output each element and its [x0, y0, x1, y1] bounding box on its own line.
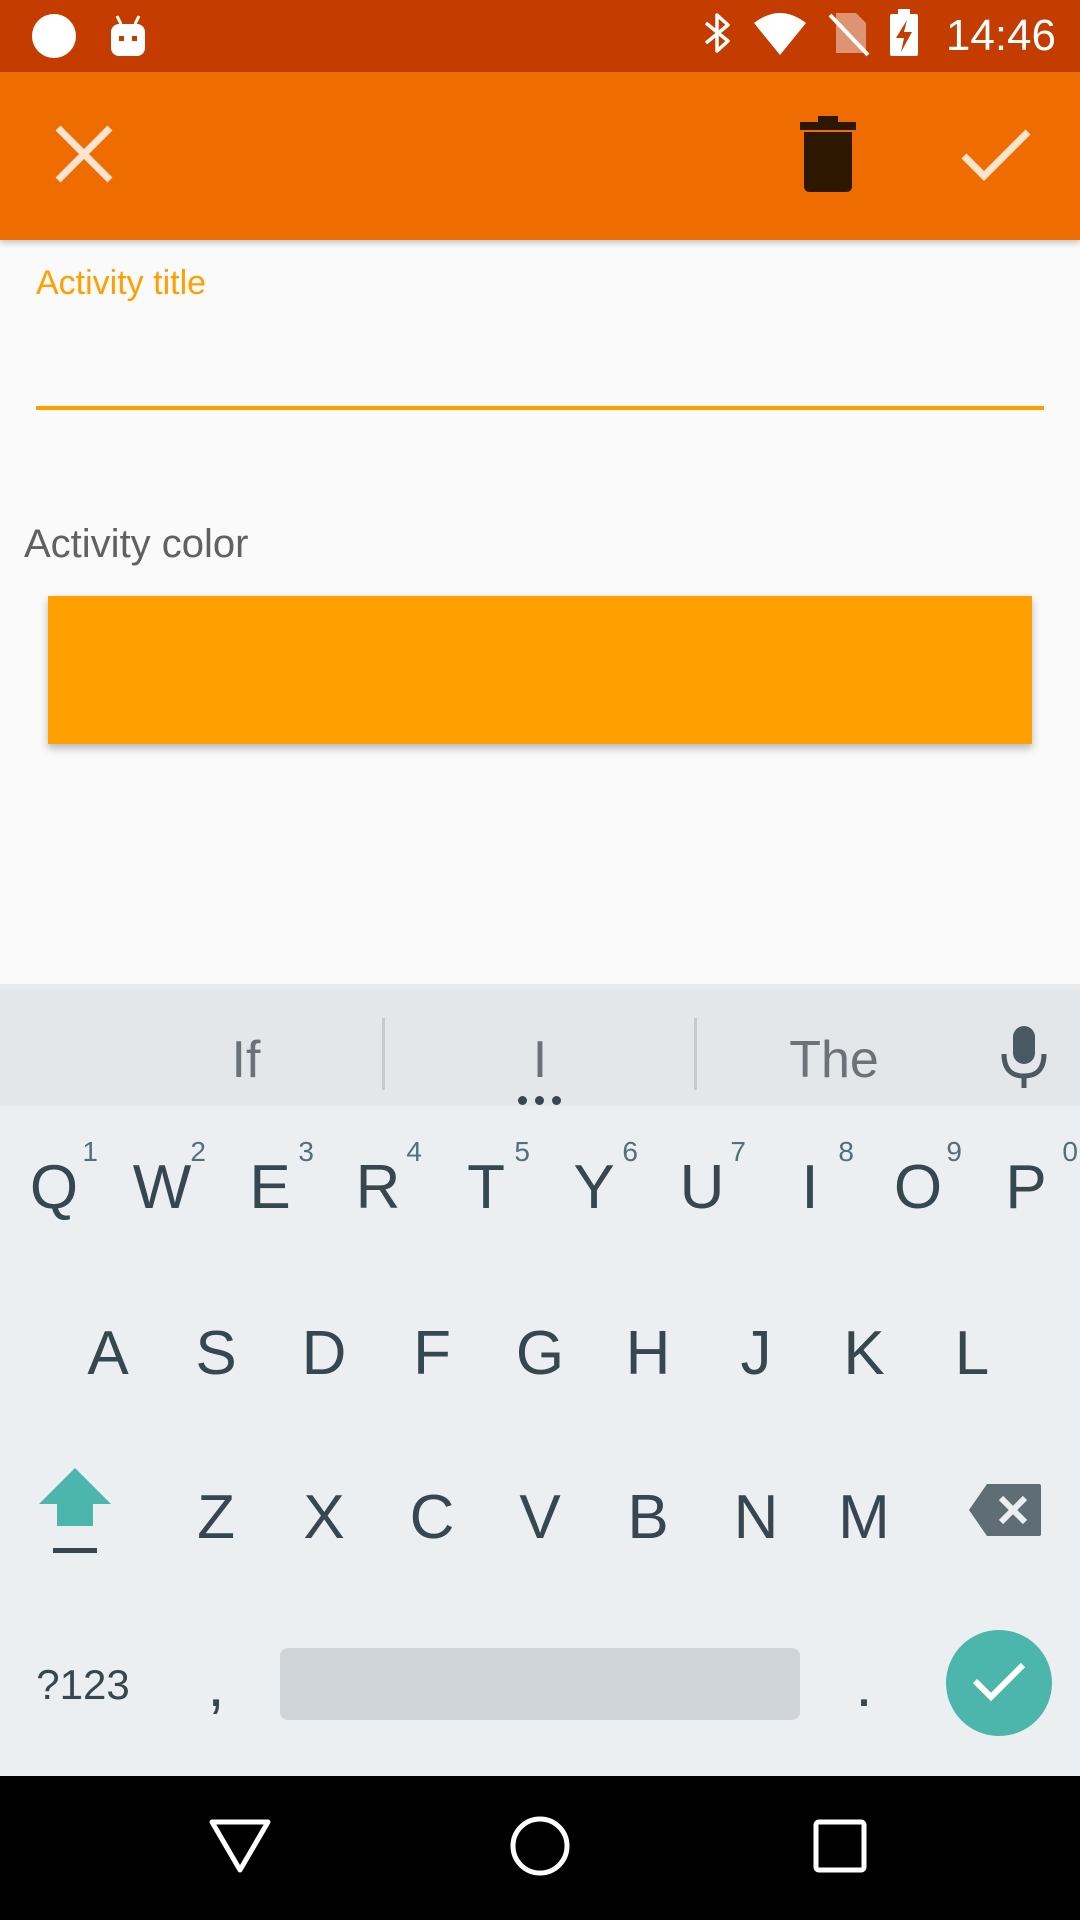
activity-color-label: Activity color [24, 522, 249, 566]
home-button[interactable] [490, 1798, 590, 1898]
recents-button[interactable] [790, 1798, 890, 1898]
wifi-icon [752, 9, 808, 62]
status-bar: 14:46 [0, 0, 1080, 72]
close-button[interactable] [34, 106, 134, 206]
key-x[interactable]: X [270, 1452, 378, 1582]
key-c[interactable]: C [378, 1452, 486, 1582]
suggestion-divider [382, 1018, 385, 1090]
home-circle-icon [508, 1814, 572, 1883]
key-n[interactable]: N [702, 1452, 810, 1582]
key-a[interactable]: A [54, 1288, 162, 1418]
space-bar[interactable] [280, 1648, 800, 1720]
app-bar [0, 72, 1080, 240]
key-q[interactable]: Q1 [0, 1122, 108, 1252]
key-y[interactable]: Y6 [540, 1122, 648, 1252]
key-w[interactable]: W2 [108, 1122, 216, 1252]
navigation-bar [0, 1776, 1080, 1920]
key-m[interactable]: M [810, 1452, 918, 1582]
key-k[interactable]: K [810, 1288, 918, 1418]
shift-key[interactable] [20, 1452, 130, 1582]
bluetooth-icon [702, 9, 734, 62]
key-r[interactable]: R4 [324, 1122, 432, 1252]
activity-title-input[interactable] [36, 300, 1044, 410]
key-s[interactable]: S [162, 1288, 270, 1418]
period-key[interactable]: . [810, 1620, 918, 1750]
close-icon [52, 122, 116, 191]
check-icon [960, 126, 1032, 187]
battery-charging-icon [888, 8, 920, 63]
backspace-icon [967, 1482, 1043, 1553]
back-triangle-icon [208, 1818, 272, 1879]
suggestion-2[interactable]: I [390, 1030, 690, 1090]
microphone-icon[interactable] [996, 1024, 1052, 1095]
key-e[interactable]: E3 [216, 1122, 324, 1252]
shift-icon [37, 1464, 113, 1571]
key-f[interactable]: F [378, 1288, 486, 1418]
key-l[interactable]: L [918, 1288, 1026, 1418]
comma-key[interactable]: , [162, 1620, 270, 1750]
key-v[interactable]: V [486, 1452, 594, 1582]
suggestion-3[interactable]: The [684, 1030, 984, 1090]
check-icon [971, 1659, 1027, 1708]
key-i[interactable]: I8 [756, 1122, 864, 1252]
key-p[interactable]: P0 [972, 1122, 1080, 1252]
key-u[interactable]: U7 [648, 1122, 756, 1252]
more-suggestions-icon[interactable] [518, 1096, 561, 1105]
status-time: 14:46 [945, 10, 1056, 60]
screen: 14:46 Activity title Activity color If I… [0, 0, 1080, 1920]
activity-color-swatch[interactable] [48, 596, 1032, 744]
enter-key[interactable] [946, 1630, 1052, 1736]
key-d[interactable]: D [270, 1288, 378, 1418]
delete-icon [798, 115, 858, 197]
circle-notification-icon [30, 12, 78, 65]
key-b[interactable]: B [594, 1452, 702, 1582]
activity-title-label: Activity title [36, 264, 207, 302]
key-t[interactable]: T5 [432, 1122, 540, 1252]
suggestion-strip: If I The [0, 984, 1080, 1106]
key-h[interactable]: H [594, 1288, 702, 1418]
key-o[interactable]: O9 [864, 1122, 972, 1252]
key-z[interactable]: Z [162, 1452, 270, 1582]
confirm-button[interactable] [946, 106, 1046, 206]
soft-keyboard: If I The Q1 W2 E3 R4 T5 Y6 U7 I8 O9 P0 A [0, 984, 1080, 1776]
back-button[interactable] [190, 1798, 290, 1898]
no-sim-icon [826, 9, 870, 62]
delete-button[interactable] [778, 106, 878, 206]
recents-square-icon [812, 1818, 868, 1879]
key-j[interactable]: J [702, 1288, 810, 1418]
android-notification-icon [108, 12, 148, 65]
suggestion-1[interactable]: If [96, 1030, 396, 1090]
backspace-key[interactable] [950, 1452, 1060, 1582]
symbols-key[interactable]: ?123 [18, 1620, 148, 1750]
key-g[interactable]: G [486, 1288, 594, 1418]
